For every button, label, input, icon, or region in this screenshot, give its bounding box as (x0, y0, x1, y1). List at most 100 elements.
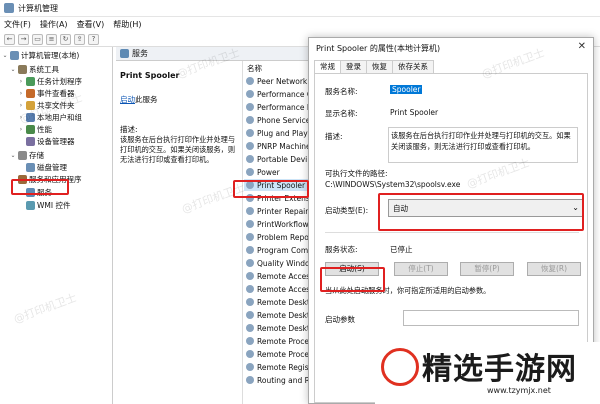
start-service-link[interactable]: 启动 (120, 95, 135, 104)
service-list-item[interactable]: Power (246, 166, 280, 178)
service-list-item[interactable]: Portable Devi (246, 153, 307, 165)
menu-file[interactable]: 文件(F) (4, 19, 31, 30)
service-item-label: PrintWorkflow (257, 219, 309, 229)
service-list-item[interactable]: Routing and R (246, 374, 310, 386)
refresh-icon[interactable]: ↻ (60, 33, 71, 45)
service-item-label: Peer Network (257, 76, 308, 86)
tree-item[interactable]: › 本地用户和组 (18, 112, 82, 123)
service-list-item[interactable]: Quality Windo (246, 257, 310, 269)
service-status-label: 服务状态: (325, 245, 358, 254)
folder-icon[interactable]: ▭ (32, 33, 43, 45)
service-list-item[interactable]: Peer Network (246, 75, 307, 87)
expand-icon[interactable]: › (18, 78, 24, 85)
service-list-item[interactable]: Remote Regis (246, 361, 309, 373)
back-icon[interactable]: ← (4, 33, 15, 45)
tab-recovery[interactable]: 恢复 (366, 60, 393, 73)
tree-item[interactable]: 设备管理器 (18, 136, 75, 147)
service-list-item[interactable]: Program Com (246, 244, 308, 256)
menu-help[interactable]: 帮助(H) (113, 19, 141, 30)
tree-item[interactable]: › 共享文件夹 (18, 100, 75, 111)
window-title: 计算机管理 (18, 3, 58, 13)
service-list-item[interactable]: Remote Access (246, 283, 314, 295)
tab-logon[interactable]: 登录 (340, 60, 367, 73)
logo-icon (381, 348, 419, 386)
start-params-input[interactable] (403, 310, 579, 326)
menu-action[interactable]: 操作(A) (40, 19, 68, 30)
expand-icon[interactable]: ⌄ (10, 152, 16, 159)
tree-node-icon (26, 113, 35, 122)
service-list-item[interactable]: Plug and Play (246, 127, 308, 139)
name-column-header[interactable]: 名称 (247, 63, 262, 74)
services-pane: 服务 Print Spooler 启动此服务 描述: 该服务在后台执行打印作业并… (116, 47, 324, 404)
service-item-label: Problem Repor (257, 232, 312, 242)
tree-item-label: 性能 (37, 125, 52, 134)
menu-view[interactable]: 查看(V) (77, 19, 105, 30)
service-list-item[interactable]: Phone Service (246, 114, 310, 126)
services-header-label: 服务 (132, 49, 148, 58)
service-item-label: Performance C (257, 89, 313, 99)
gear-icon (246, 103, 254, 111)
expand-icon[interactable]: ⌄ (2, 52, 8, 59)
tab-dependencies[interactable]: 依存关系 (392, 60, 434, 73)
service-item-label: Remote Proce (257, 349, 309, 359)
tree-node-icon (18, 65, 27, 74)
tree-item[interactable]: › 任务计划程序 (18, 76, 82, 87)
tree-item[interactable]: ⌄ 存储 (10, 150, 44, 161)
service-list-item[interactable]: Remote Proce (246, 335, 309, 347)
service-list-item[interactable]: PrintWorkflow (246, 218, 309, 230)
tree-item[interactable]: 磁盘管理 (18, 162, 67, 173)
expand-icon[interactable]: › (18, 126, 24, 133)
tree-item[interactable]: › 事件查看器 (18, 88, 75, 99)
service-item-label: PNRP Machine (257, 141, 311, 151)
close-icon[interactable]: ✕ (578, 41, 586, 52)
service-list-item[interactable]: Printer Repair (246, 205, 308, 217)
gear-icon (246, 90, 254, 98)
service-list-item[interactable]: Remote Deskt (246, 322, 310, 334)
service-item-label: Remote Access (257, 284, 314, 294)
tree-item[interactable]: › 性能 (18, 124, 52, 135)
service-list-item[interactable]: Remote Access (246, 270, 314, 282)
gear-icon (246, 77, 254, 85)
computer-management-icon (4, 3, 14, 13)
service-list-item[interactable]: Problem Repor (246, 231, 312, 243)
gear-icon (246, 324, 254, 332)
tree-node-icon (26, 201, 35, 210)
desc-field[interactable]: 该服务在后台执行打印作业并处理与打印机的交互。如果关闭该服务，则无法进行打印或查… (388, 127, 578, 163)
start-params-label: 启动参数 (325, 315, 355, 324)
tree-item[interactable]: ⌄ 系统工具 (10, 64, 59, 75)
tree-node-icon (26, 77, 35, 86)
selected-service-name: Print Spooler (120, 71, 180, 80)
resume-button[interactable]: 恢复(R) (527, 262, 581, 276)
service-list-item[interactable]: Performance C (246, 88, 312, 100)
tab-general[interactable]: 常规 (314, 60, 341, 74)
description-text: 该服务在后台执行打印作业并处理与打印机的交互。如果关闭该服务，则无法进行打印或查… (120, 135, 236, 164)
expand-icon[interactable]: › (18, 102, 24, 109)
tree-node-icon (18, 151, 27, 160)
properties-icon[interactable]: ≡ (46, 33, 57, 45)
services-icon (120, 49, 129, 58)
highlight-services-node (11, 179, 69, 195)
service-item-label: Performance L (257, 102, 312, 112)
startup-type-label: 启动类型(E): (325, 206, 369, 215)
expand-icon[interactable]: › (18, 90, 24, 97)
gear-icon (246, 246, 254, 254)
export-icon[interactable]: ⇪ (74, 33, 85, 45)
tree-item[interactable]: WMI 控件 (18, 200, 70, 211)
expand-icon[interactable]: ⌄ (10, 66, 16, 73)
separator (325, 232, 579, 233)
service-list-item[interactable]: PNRP Machine (246, 140, 311, 152)
service-item-label: Remote Deskt (257, 310, 310, 320)
help-icon[interactable]: ? (88, 33, 99, 45)
service-list-item[interactable]: Remote Deskt (246, 296, 310, 308)
stop-button[interactable]: 停止(T) (394, 262, 448, 276)
expand-icon[interactable]: › (18, 114, 24, 121)
gear-icon (246, 298, 254, 306)
pause-button[interactable]: 暂停(P) (460, 262, 514, 276)
forward-icon[interactable]: → (18, 33, 29, 45)
service-list-item[interactable]: Performance L (246, 101, 311, 113)
service-item-label: Remote Proce (257, 336, 309, 346)
tree-item[interactable]: ⌄ 计算机管理(本地) (2, 50, 79, 61)
service-list-item[interactable]: Remote Deskt (246, 309, 310, 321)
site-logo: 精选手游网 www.tzymjx.net (375, 342, 600, 404)
service-list-item[interactable]: Remote Proce (246, 348, 309, 360)
